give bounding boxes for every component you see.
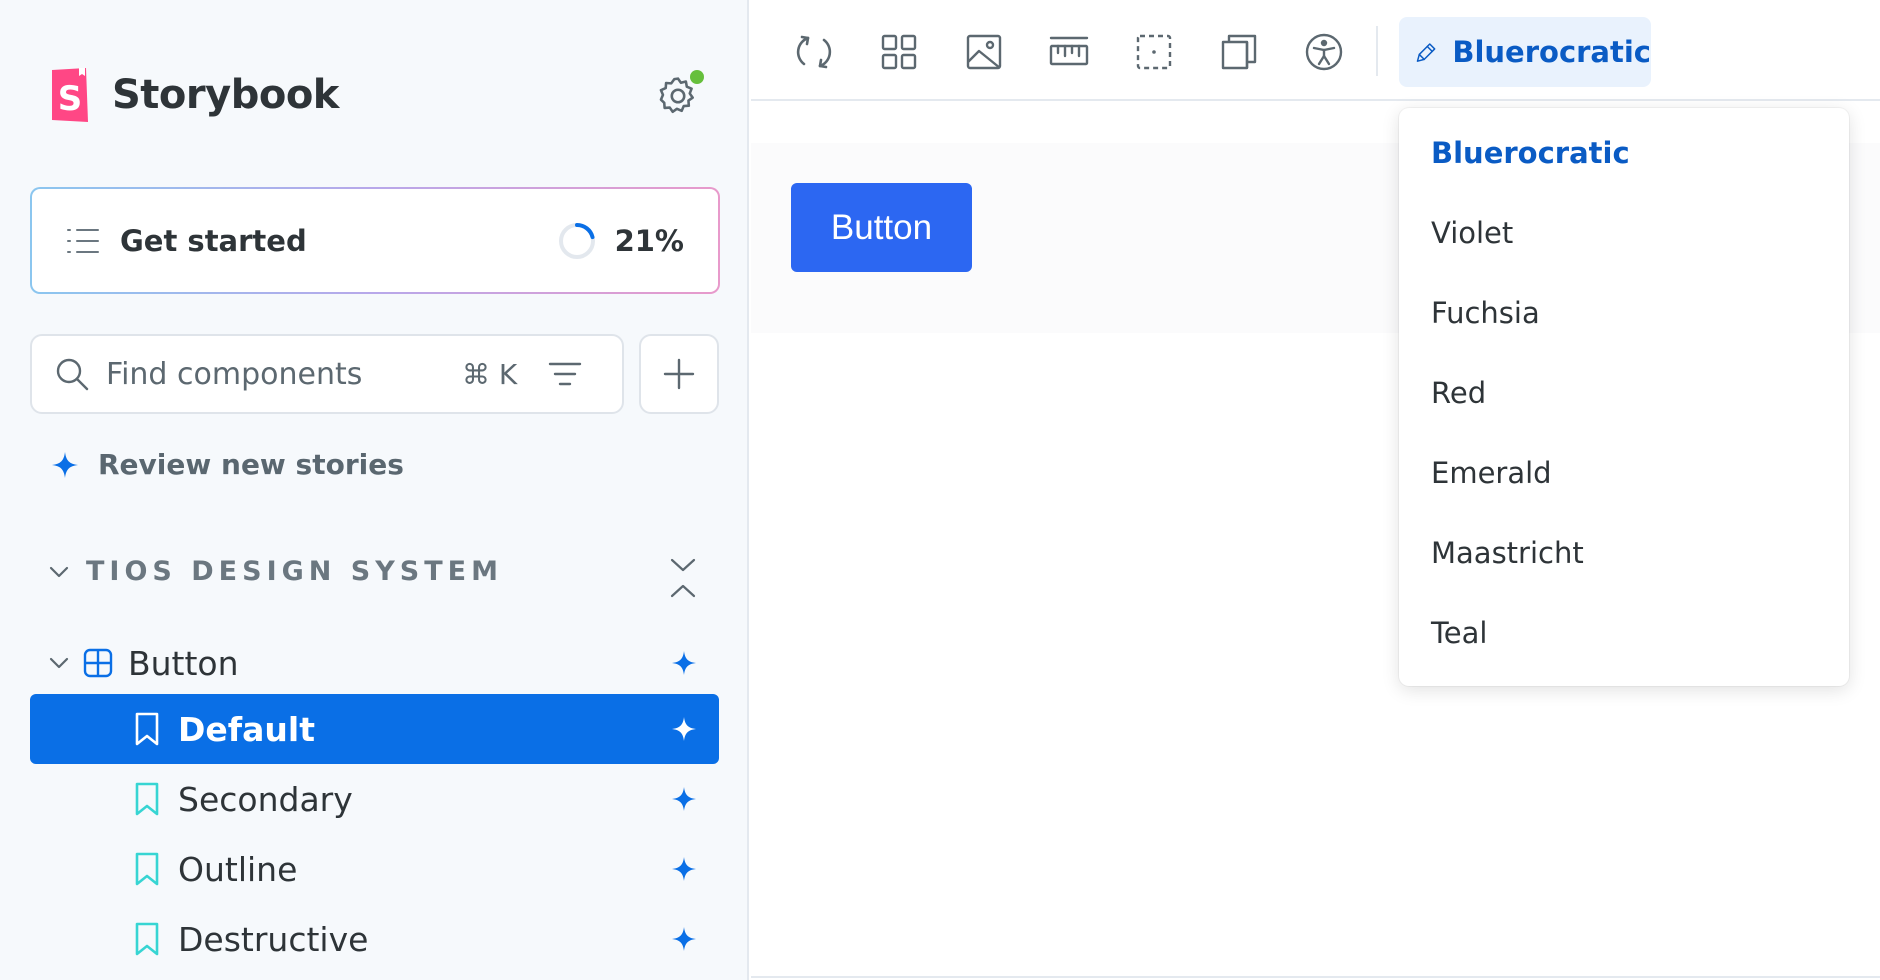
collapse-all-icon[interactable] [668,556,698,600]
component-icon [83,648,113,678]
theme-option-violet[interactable]: Violet [1431,216,1513,250]
review-new-stories[interactable]: Review new stories [52,448,404,481]
viewport-button[interactable] [1217,30,1261,74]
progress-percent: 21% [614,223,684,258]
bookmark-icon [135,852,159,886]
theme-option-maastricht[interactable]: Maastricht [1431,536,1584,570]
filter-icon[interactable] [547,356,583,392]
measure-button[interactable] [1047,30,1091,74]
sparkle-icon [672,927,696,951]
group-header[interactable]: TIOS DESIGN SYSTEM [46,556,503,587]
progress-ring-icon [558,222,595,259]
bookmark-icon [135,712,159,746]
reload-icon [796,35,832,69]
component-label: Button [128,643,239,683]
reload-button[interactable] [792,30,836,74]
sparkle-icon [52,451,78,478]
get-started-card[interactable]: Get started 21% [30,187,720,294]
settings-button[interactable] [656,70,704,118]
bookmark-icon [135,782,159,816]
chevron-down-icon [49,566,69,577]
story-item-default[interactable]: Default [30,694,719,764]
story-item-outline[interactable]: Outline [30,834,719,904]
outline-icon [1136,34,1172,70]
background-button[interactable] [962,30,1006,74]
paintbrush-icon [1416,43,1436,62]
plus-icon [663,358,695,390]
viewport-icon [1221,34,1257,70]
review-label: Review new stories [98,448,404,481]
story-item-secondary[interactable]: Secondary [30,764,719,834]
brand[interactable]: S Storybook [48,66,339,124]
sparkle-icon [672,717,696,741]
story-label: Outline [178,849,298,889]
brand-name: Storybook [112,72,339,118]
theme-option-teal[interactable]: Teal [1431,616,1487,650]
theme-option-fuchsia[interactable]: Fuchsia [1431,296,1540,330]
search-icon [56,358,89,391]
accessibility-button[interactable] [1302,30,1346,74]
search-box[interactable]: ⌘ K [30,334,624,414]
story-item-destructive[interactable]: Destructive [30,904,719,974]
theme-option-red[interactable]: Red [1431,376,1486,410]
status-dot [690,70,704,84]
image-icon [966,34,1002,70]
chevron-down-icon [49,657,69,669]
get-started-label: Get started [120,223,307,258]
ruler-icon [1049,36,1089,66]
create-story-button[interactable] [639,334,719,414]
group-title: TIOS DESIGN SYSTEM [86,556,503,587]
story-label: Destructive [178,919,369,959]
bookmark-icon [135,922,159,956]
grid-button[interactable] [877,30,921,74]
preview-button[interactable]: Button [791,183,972,272]
grid-icon [881,34,917,70]
sparkle-icon [672,787,696,811]
story-label: Secondary [178,779,353,819]
svg-text:S: S [58,79,83,119]
toolbar: Bluerocratic [751,0,1880,101]
theme-label: Bluerocratic [1452,35,1651,69]
keyboard-shortcut: ⌘ K [462,357,518,391]
accessibility-icon [1305,33,1343,71]
theme-switcher-button[interactable]: Bluerocratic [1399,17,1651,87]
outline-button[interactable] [1132,30,1176,74]
list-icon [67,228,99,253]
sidebar: S Storybook Get started 21% Find compone… [0,0,749,980]
search-input[interactable] [106,356,456,392]
toolbar-divider [1376,26,1378,76]
storybook-logo-icon: S [52,68,88,122]
tree-item-button[interactable]: Button [30,628,719,698]
theme-option-bluerocratic[interactable]: Bluerocratic [1431,136,1630,170]
theme-menu: Bluerocratic Violet Fuchsia Red Emerald … [1399,108,1849,686]
sparkle-icon [672,651,696,675]
story-label: Default [178,709,315,749]
sparkle-icon [672,857,696,881]
theme-option-emerald[interactable]: Emerald [1431,456,1552,490]
